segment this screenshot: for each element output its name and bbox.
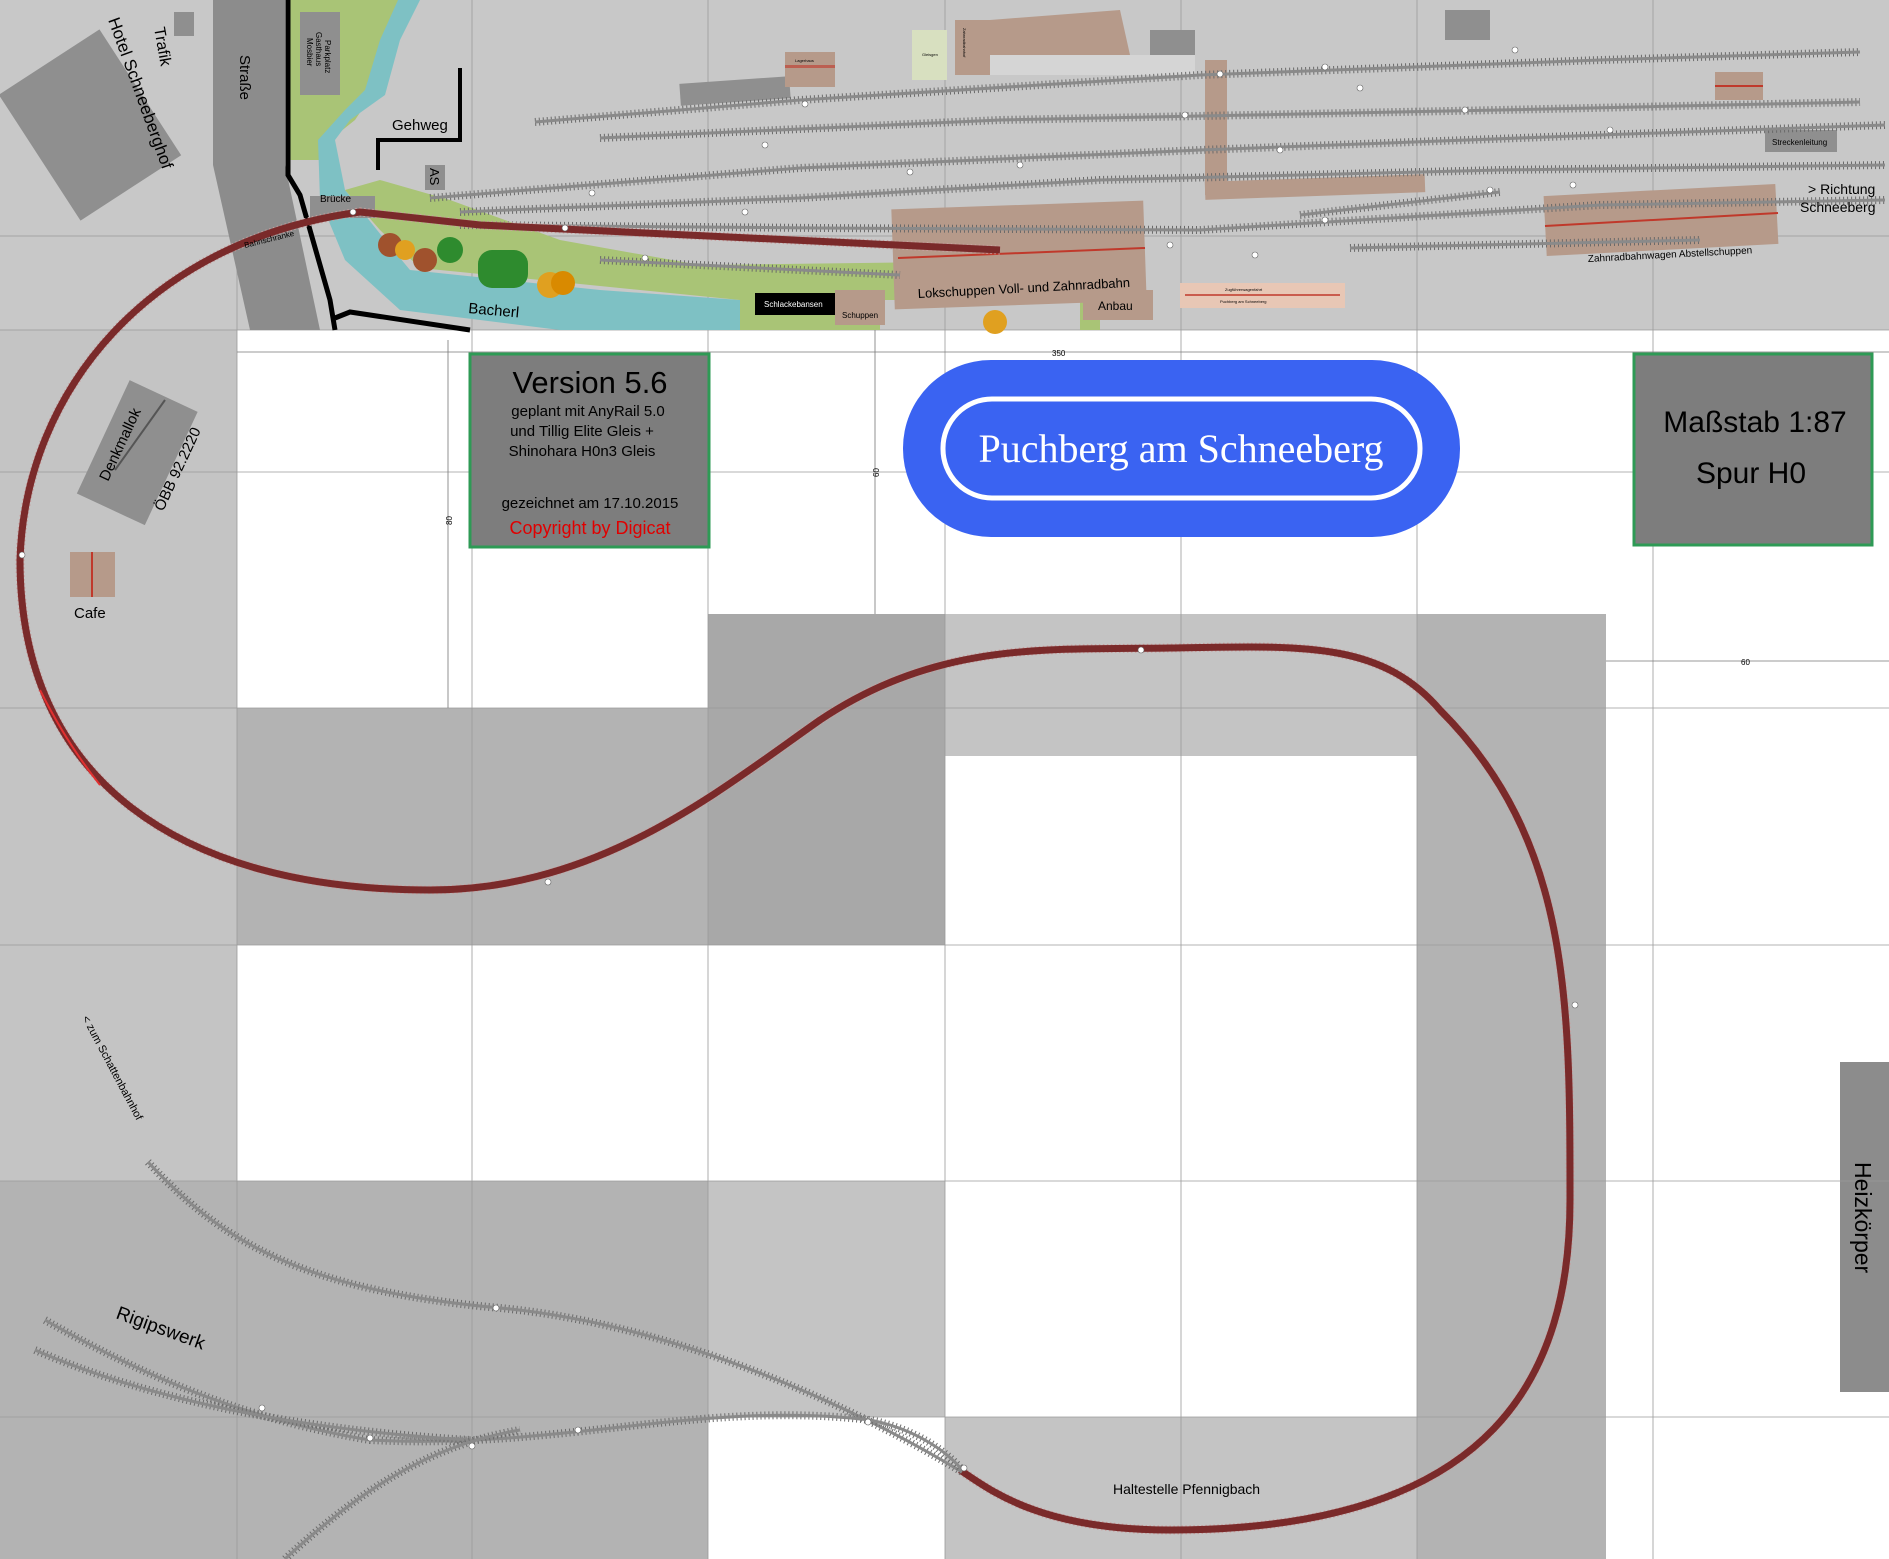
track-plan: Trafik Hotel Schneeberghof Straße Parkpl… <box>0 0 1889 1559</box>
label-cafe: Cafe <box>74 605 106 622</box>
label-parkplatz-1: Parkplatz <box>323 40 332 73</box>
version-line-3: Shinohara H0n3 Gleis <box>509 443 656 460</box>
version-drawn-date: gezeichnet am 17.10.2015 <box>502 495 679 512</box>
label-heizkoerper: Heizkörper <box>1850 1162 1876 1274</box>
label-strasse: Straße <box>236 55 253 100</box>
scale-label: Maßstab 1:87 <box>1663 406 1846 439</box>
dimension-height-mid: 60 <box>872 468 881 477</box>
label-anbau: Anbau <box>1098 299 1133 313</box>
label-lagerschuppen: Lagerhaus <box>795 58 814 63</box>
dimension-right-gap: 60 <box>1741 658 1750 667</box>
label-richtung-2: Schneeberg <box>1800 199 1876 215</box>
dimension-width: 350 <box>1052 349 1066 358</box>
label-schuppen: Schuppen <box>842 311 878 320</box>
label-richtung-1: > Richtung <box>1808 181 1875 197</box>
dimension-height-left: 80 <box>445 516 454 525</box>
label-bruecke: Brücke <box>320 194 352 205</box>
title-banner: Puchberg am Schneeberg <box>903 360 1460 537</box>
label-haltestelle: Haltestelle Pfennigbach <box>1113 1481 1260 1497</box>
trafik-building <box>174 12 194 36</box>
plan-title: Puchberg am Schneeberg <box>978 426 1383 471</box>
label-zugfuehrerwagenfahrt-1: Zugführerwagenfahrt <box>1225 287 1263 292</box>
version-title: Version 5.6 <box>512 365 667 400</box>
label-zahnradbahnhof: Zahnradbahnhof <box>962 28 967 58</box>
version-box: Version 5.6 geplant mit AnyRail 5.0 und … <box>468 352 711 549</box>
version-line-2: und Tillig Elite Gleis + <box>510 423 654 440</box>
label-gleisgen: Gleisgen <box>922 52 938 57</box>
label-streckenleitung: Streckenleitung <box>1772 138 1827 147</box>
label-parkplatz-2: Gasthaus <box>314 32 323 66</box>
label-as: AS <box>427 168 442 186</box>
label-schlackebansen: Schlackebansen <box>764 300 823 309</box>
version-copyright: Copyright by Digicat <box>509 518 670 538</box>
scale-box: Maßstab 1:87 Spur H0 <box>1632 352 1874 547</box>
gauge-label: Spur H0 <box>1696 457 1806 490</box>
label-gehweg: Gehweg <box>392 117 448 134</box>
label-parkplatz-3: Mosbier <box>305 38 314 67</box>
label-zugfuehrerwagenfahrt-2: Puchberg am Schneeberg <box>1220 299 1266 304</box>
version-line-1: geplant mit AnyRail 5.0 <box>511 403 664 420</box>
